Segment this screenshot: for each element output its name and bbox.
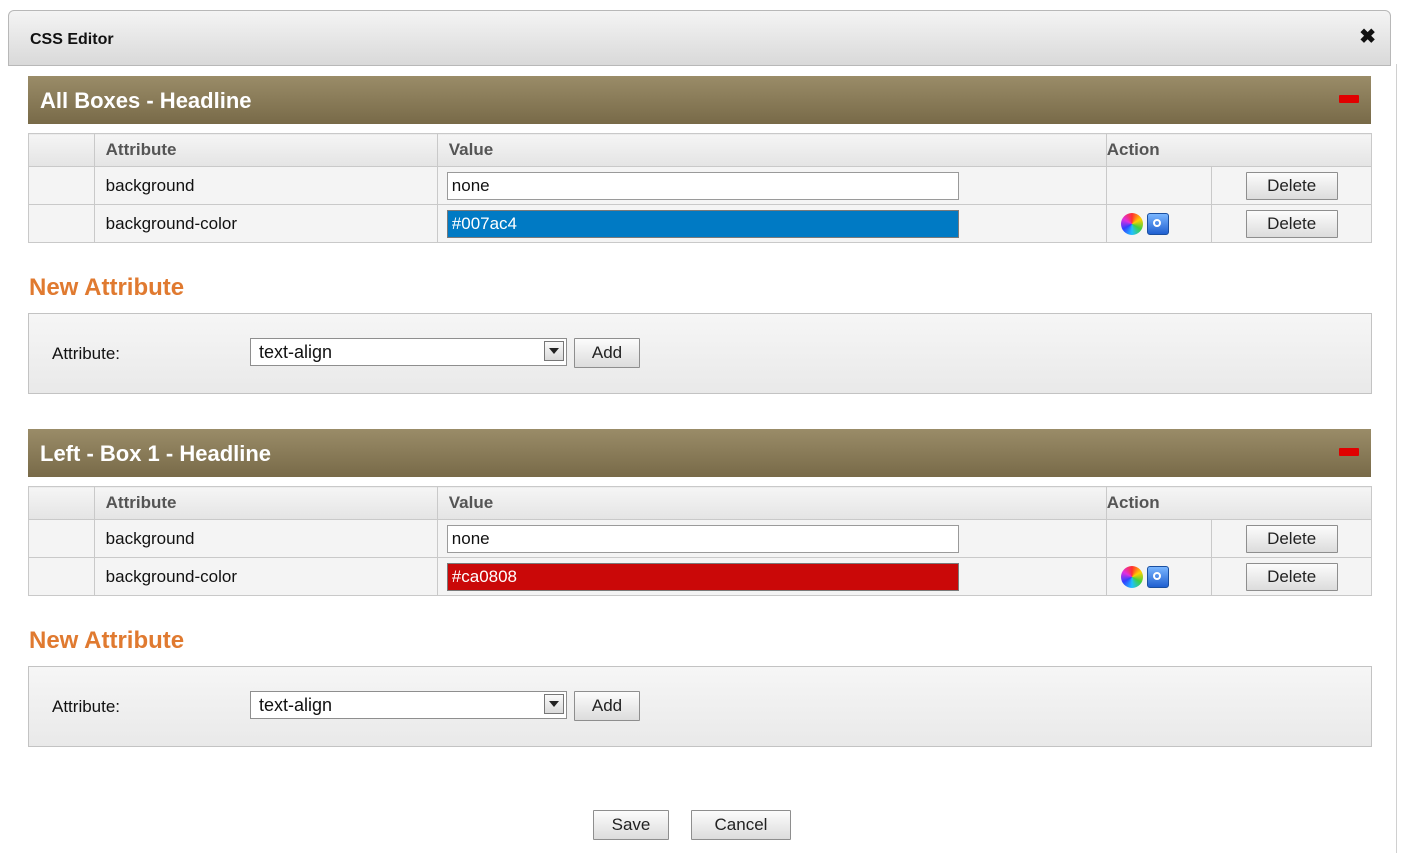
- header-action: Action: [1105, 133, 1373, 167]
- tools-cell: [1105, 557, 1213, 596]
- attribute-select[interactable]: text-align: [250, 338, 567, 366]
- attribute-table: Attribute Value Action background Delete…: [28, 133, 1373, 243]
- value-cell: [436, 204, 1107, 243]
- header-action: Action: [1105, 486, 1373, 520]
- close-icon[interactable]: ✖: [1359, 27, 1376, 47]
- new-attribute-heading: New Attribute: [29, 274, 185, 301]
- tools-cell: [1105, 519, 1213, 558]
- header-attribute: Attribute: [93, 486, 438, 520]
- section-title: Left - Box 1 - Headline: [40, 441, 272, 466]
- save-button[interactable]: Save: [593, 810, 669, 840]
- table-row: background-color Delete: [28, 557, 1372, 596]
- chevron-down-icon[interactable]: [544, 694, 564, 714]
- header-attribute: Attribute: [93, 133, 438, 167]
- attribute-name: background-color: [93, 557, 438, 596]
- chevron-down-icon[interactable]: [544, 341, 564, 361]
- new-attribute-panel: Attribute: text-align Add: [28, 666, 1372, 747]
- table-row: background Delete: [28, 519, 1372, 558]
- header-value: Value: [436, 486, 1107, 520]
- selected-attribute: text-align: [259, 695, 333, 715]
- header-blank: [28, 486, 95, 520]
- dialog-title: CSS Editor: [30, 31, 114, 48]
- action-cell: Delete: [1211, 557, 1372, 596]
- action-cell: Delete: [1211, 166, 1372, 205]
- row-spacer: [28, 519, 95, 558]
- tools-cell: [1105, 166, 1213, 205]
- attribute-label: Attribute:: [52, 697, 121, 716]
- attribute-select[interactable]: text-align: [250, 691, 567, 719]
- collapse-icon[interactable]: [1339, 448, 1359, 456]
- attribute-name: background-color: [93, 204, 438, 243]
- table-row: background-color Delete: [28, 204, 1372, 243]
- dialog-titlebar: CSS Editor ✖: [8, 10, 1391, 66]
- color-wheel-icon[interactable]: [1120, 212, 1143, 235]
- value-input[interactable]: [446, 524, 959, 553]
- color-wheel-icon[interactable]: [1120, 565, 1143, 588]
- action-cell: Delete: [1211, 204, 1372, 243]
- tools-cell: [1105, 204, 1213, 243]
- attribute-name: background: [93, 519, 438, 558]
- delete-button[interactable]: Delete: [1245, 562, 1338, 591]
- row-spacer: [28, 166, 95, 205]
- header-blank: [28, 133, 95, 167]
- value-cell: [436, 166, 1107, 205]
- color-picker-icon[interactable]: [1146, 212, 1169, 235]
- action-cell: Delete: [1211, 519, 1372, 558]
- add-button[interactable]: Add: [574, 338, 640, 368]
- section-header-left-box-1: Left - Box 1 - Headline: [28, 429, 1371, 477]
- section-title: All Boxes - Headline: [40, 88, 252, 113]
- delete-button[interactable]: Delete: [1245, 209, 1338, 238]
- header-value: Value: [436, 133, 1107, 167]
- table-header-row: Attribute Value Action: [28, 486, 1373, 520]
- cancel-button[interactable]: Cancel: [691, 810, 791, 840]
- selected-attribute: text-align: [259, 342, 333, 362]
- value-cell: [436, 557, 1107, 596]
- attribute-table: Attribute Value Action background Delete…: [28, 486, 1373, 596]
- row-spacer: [28, 204, 95, 243]
- color-value-input[interactable]: [446, 562, 959, 591]
- value-input[interactable]: [446, 171, 959, 200]
- new-attribute-panel: Attribute: text-align Add: [28, 313, 1372, 394]
- section-header-all-boxes: All Boxes - Headline: [28, 76, 1371, 124]
- attribute-name: background: [93, 166, 438, 205]
- color-picker-icon[interactable]: [1146, 565, 1169, 588]
- table-header-row: Attribute Value Action: [28, 133, 1373, 167]
- row-spacer: [28, 557, 95, 596]
- value-cell: [436, 519, 1107, 558]
- add-button[interactable]: Add: [574, 691, 640, 721]
- color-value-input[interactable]: [446, 209, 959, 238]
- delete-button[interactable]: Delete: [1245, 171, 1338, 200]
- scroll-edge: [1396, 64, 1397, 853]
- new-attribute-heading: New Attribute: [29, 627, 185, 654]
- attribute-label: Attribute:: [52, 344, 121, 363]
- delete-button[interactable]: Delete: [1245, 524, 1338, 553]
- collapse-icon[interactable]: [1339, 95, 1359, 103]
- table-row: background Delete: [28, 166, 1372, 205]
